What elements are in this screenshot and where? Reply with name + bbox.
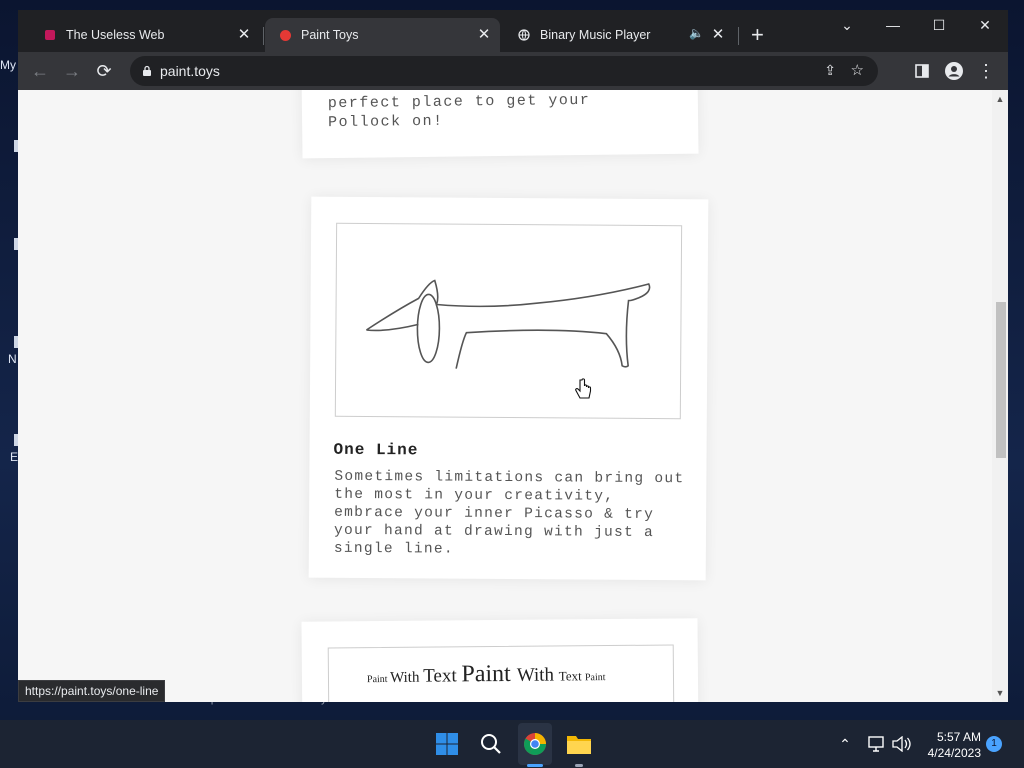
maximize-button[interactable]: ☐ <box>927 17 951 34</box>
file-explorer-icon[interactable] <box>563 720 595 768</box>
chevron-up-icon[interactable]: ⌃ <box>836 720 854 768</box>
back-button[interactable]: ← <box>30 61 50 81</box>
browser-window: The Useless Web ✕ Paint Toys ✕ Binary Mu… <box>18 10 1008 702</box>
tab-search-chevron-icon[interactable]: ⌄ <box>835 17 859 34</box>
active-app-indicator <box>527 764 543 767</box>
card-description: perfect place to get your Pollock on! <box>327 91 591 132</box>
lock-icon <box>143 65 151 76</box>
close-window-button[interactable]: ✕ <box>973 17 997 34</box>
speaker-icon[interactable]: 🔈 <box>689 26 704 40</box>
one-line-artwork[interactable] <box>334 222 683 420</box>
browser-toolbar: ← → ⟳ paint.toys ⇪ ☆ ⋮ <box>18 52 1008 90</box>
toy-card-paint-with-text[interactable]: Paint With Text Paint With Text Paint <box>301 618 699 702</box>
close-tab-icon[interactable]: ✕ <box>710 27 726 43</box>
volume-icon[interactable] <box>890 720 912 768</box>
vertical-scrollbar[interactable]: ▲ ▼ <box>992 90 1008 702</box>
tab-separator <box>738 27 739 45</box>
share-icon[interactable]: ⇪ <box>824 62 836 79</box>
tab-label: Binary Music Player <box>540 28 651 42</box>
tomato-favicon <box>279 29 291 41</box>
tab-separator <box>263 27 264 45</box>
clock-time: 5:57 AM <box>936 730 981 744</box>
page-viewport: perfect place to get your Pollock on! On… <box>18 90 1008 702</box>
side-panel-icon[interactable] <box>912 61 932 81</box>
scroll-down-icon[interactable]: ▼ <box>995 688 1005 698</box>
profile-icon[interactable] <box>944 61 964 81</box>
hand-cursor-icon <box>574 378 592 407</box>
network-icon[interactable] <box>866 720 886 768</box>
system-clock[interactable]: 5:57 AM 4/24/2023 <box>928 729 981 761</box>
forward-button[interactable]: → <box>62 61 82 81</box>
globe-favicon <box>518 29 530 41</box>
taskbar: ⌃ 5:57 AM 4/24/2023 1 <box>0 720 1024 768</box>
dachshund-line-drawing <box>365 279 651 369</box>
tab-paint-toys[interactable]: Paint Toys ✕ <box>265 18 500 52</box>
chrome-icon[interactable] <box>518 723 552 765</box>
close-tab-icon[interactable]: ✕ <box>236 27 252 43</box>
tab-label: The Useless Web <box>66 28 165 42</box>
address-bar[interactable]: paint.toys ⇪ ☆ <box>130 56 878 86</box>
scroll-up-icon[interactable]: ▲ <box>995 94 1005 104</box>
tab-useless-web[interactable]: The Useless Web ✕ <box>30 18 260 52</box>
address-text: paint.toys <box>160 63 220 79</box>
tab-binary-music-player[interactable]: Binary Music Player 🔈 ✕ <box>504 18 734 52</box>
new-tab-button[interactable]: + <box>751 24 764 46</box>
open-app-indicator <box>575 764 583 767</box>
bookmark-star-icon[interactable]: ☆ <box>851 61 864 79</box>
link-status-bubble: https://paint.toys/one-line <box>18 680 166 702</box>
toy-card-splatter[interactable]: perfect place to get your Pollock on! <box>301 90 699 159</box>
scrollbar-thumb[interactable] <box>996 302 1006 458</box>
notification-badge[interactable]: 1 <box>986 736 1002 752</box>
minimize-button[interactable]: — <box>881 17 905 33</box>
desktop-label: E <box>10 450 19 464</box>
paint-with-text-words: Paint With Text Paint With Text Paint <box>366 660 606 688</box>
card-description: Sometimes limitations can bring out the … <box>333 468 685 558</box>
reload-button[interactable]: ⟳ <box>94 61 114 81</box>
search-icon[interactable] <box>476 720 506 768</box>
clock-date: 4/24/2023 <box>927 746 981 760</box>
desktop-label: N <box>8 352 17 366</box>
toy-card-one-line[interactable]: One Line Sometimes limitations can bring… <box>308 196 709 581</box>
useless-web-favicon <box>44 29 56 41</box>
card-heading: One Line <box>333 440 419 460</box>
windows-logo-icon[interactable] <box>432 720 462 768</box>
tab-strip: The Useless Web ✕ Paint Toys ✕ Binary Mu… <box>18 10 1008 52</box>
desktop-label: My <box>0 58 16 72</box>
paint-with-text-artwork[interactable]: Paint With Text Paint With Text Paint <box>327 644 675 702</box>
menu-kebab-icon[interactable]: ⋮ <box>976 61 996 81</box>
close-tab-icon[interactable]: ✕ <box>476 27 492 43</box>
tab-label: Paint Toys <box>301 28 359 42</box>
